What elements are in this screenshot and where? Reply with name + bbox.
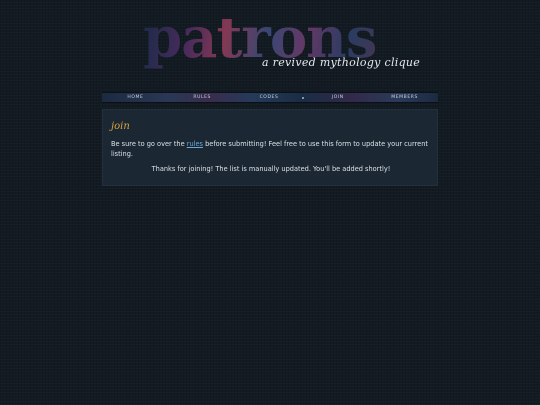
nav-item-rules[interactable]: RULES: [169, 93, 236, 102]
nav-item-codes[interactable]: CODES: [236, 93, 303, 102]
intro-text-before: Be sure to go over the: [111, 140, 187, 148]
page-title: join: [111, 121, 130, 132]
join-panel: join Be sure to go over the rules before…: [102, 109, 438, 186]
nav-item-join[interactable]: JOIN: [304, 93, 371, 102]
site-header: patrons a revived mythology clique: [0, 0, 540, 90]
site-tagline: a revived mythology clique: [262, 56, 421, 69]
rules-link[interactable]: rules: [187, 140, 203, 148]
nav-item-home[interactable]: HOME: [102, 93, 169, 102]
thanks-message: Thanks for joining! The list is manually…: [151, 165, 391, 173]
nav-item-members[interactable]: MEMBERS: [371, 93, 438, 102]
join-instructions: Be sure to go over the rules before subm…: [111, 140, 433, 159]
main-nav: HOME RULES CODES JOIN MEMBERS: [102, 92, 438, 103]
